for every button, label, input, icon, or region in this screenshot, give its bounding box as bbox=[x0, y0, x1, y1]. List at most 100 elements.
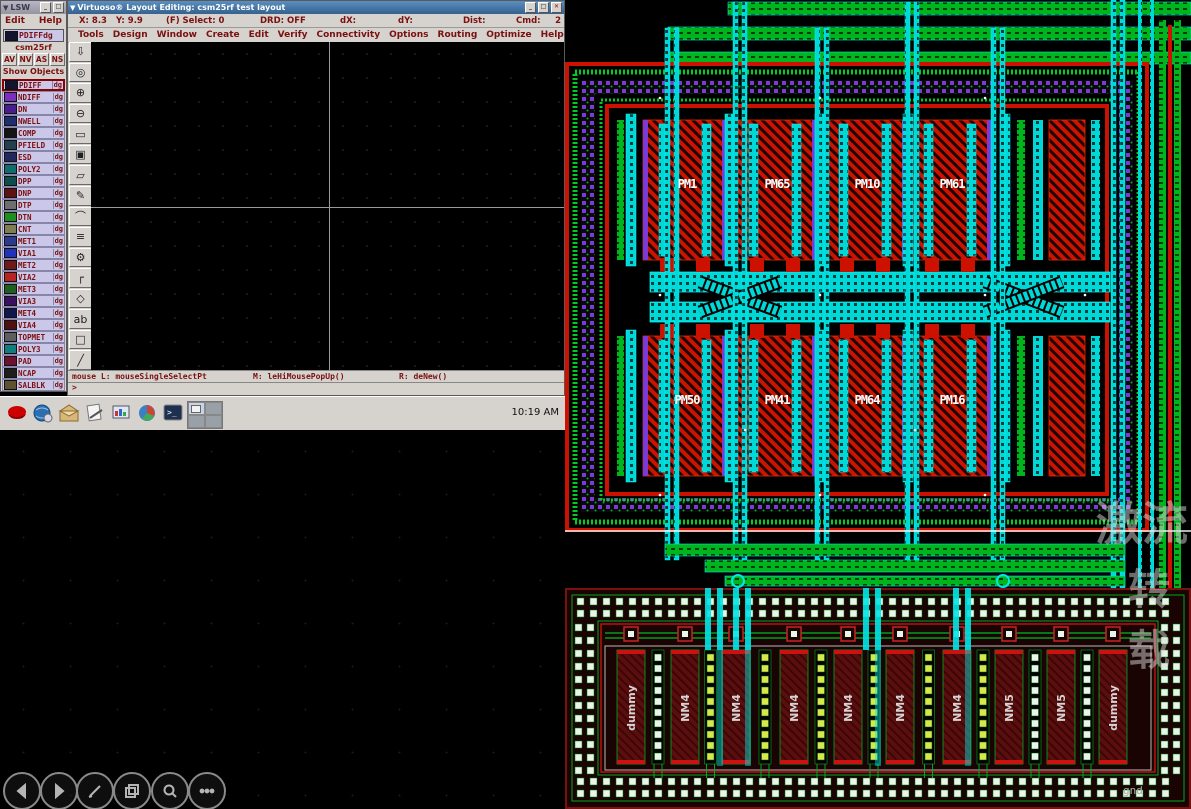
layer-row-ndiff[interactable]: NDIFFdg bbox=[2, 91, 65, 103]
minimize-icon[interactable]: _ bbox=[525, 2, 536, 13]
layer-row-cnt[interactable]: CNTdg bbox=[2, 223, 65, 235]
layer-swatch bbox=[4, 152, 17, 162]
web-browser-icon[interactable] bbox=[30, 400, 56, 426]
layer-row-met3[interactable]: MET3dg bbox=[2, 283, 65, 295]
layer-row-comp[interactable]: COMPdg bbox=[2, 127, 65, 139]
layer-row-esd[interactable]: ESDdg bbox=[2, 151, 65, 163]
layer-row-dnp[interactable]: DNPdg bbox=[2, 187, 65, 199]
workspace-2[interactable] bbox=[205, 402, 222, 415]
zoom-in-icon[interactable]: ⊕ bbox=[69, 83, 92, 103]
viewer-next-button[interactable] bbox=[40, 772, 78, 809]
ruler-icon[interactable]: ╱ bbox=[69, 350, 92, 370]
layer-purpose: dg bbox=[53, 369, 64, 377]
viewer-copy-button[interactable] bbox=[113, 772, 151, 809]
presentation-icon[interactable] bbox=[108, 400, 134, 426]
maximize-icon[interactable]: □ bbox=[538, 2, 549, 13]
fit-view-icon[interactable]: ◎ bbox=[69, 63, 92, 83]
layer-swatch bbox=[4, 260, 17, 270]
menu-connectivity[interactable]: Connectivity bbox=[317, 30, 381, 40]
path-icon[interactable]: ┌ bbox=[69, 268, 92, 288]
workspace-pager[interactable] bbox=[187, 401, 223, 429]
hierarchy-icon[interactable]: ≡ bbox=[69, 227, 92, 247]
layer-row-via3[interactable]: VIA3dg bbox=[2, 295, 65, 307]
layer-row-dtp[interactable]: DTPdg bbox=[2, 199, 65, 211]
menu-tools[interactable]: Tools bbox=[78, 30, 104, 40]
viewer-edit-button[interactable] bbox=[76, 772, 114, 809]
layer-swatch bbox=[4, 356, 17, 366]
layer-purpose: dg bbox=[53, 177, 64, 185]
lsw-filter-av[interactable]: AV bbox=[2, 53, 17, 66]
layer-row-pdiff[interactable]: PDIFFdg bbox=[2, 79, 65, 91]
menu-options[interactable]: Options bbox=[389, 30, 428, 40]
layer-row-met2[interactable]: MET2dg bbox=[2, 259, 65, 271]
minimize-icon[interactable]: _ bbox=[40, 2, 51, 13]
menu-help[interactable]: Help bbox=[541, 30, 564, 40]
viewer-zoom-button[interactable] bbox=[151, 772, 189, 809]
layer-purpose: dg bbox=[53, 117, 64, 125]
menu-optimize[interactable]: Optimize bbox=[486, 30, 531, 40]
window-menu-icon[interactable]: ▼ bbox=[70, 4, 75, 12]
workspace-3[interactable] bbox=[188, 415, 205, 428]
menu-edit[interactable]: Edit bbox=[249, 30, 269, 40]
layer-row-met4[interactable]: MET4dg bbox=[2, 307, 65, 319]
lsw-titlebar[interactable]: ▼ LSW _ □ bbox=[1, 1, 66, 14]
charts-icon[interactable] bbox=[134, 400, 160, 426]
gnd-label: gnd bbox=[1123, 784, 1143, 797]
copy-icon[interactable]: ▣ bbox=[69, 145, 92, 165]
layer-row-salblk[interactable]: SALBLKdg bbox=[2, 379, 65, 391]
viewer-more-button[interactable] bbox=[188, 772, 226, 809]
menu-create[interactable]: Create bbox=[206, 30, 240, 40]
label-icon[interactable]: ab bbox=[69, 309, 92, 329]
lsw-menu-edit[interactable]: Edit bbox=[5, 16, 25, 26]
viewer-previous-button[interactable] bbox=[3, 772, 41, 809]
select-region-icon[interactable]: ▱ bbox=[69, 165, 92, 185]
menu-routing[interactable]: Routing bbox=[438, 30, 478, 40]
command-prompt[interactable]: > bbox=[68, 382, 564, 395]
save-icon[interactable]: ⇩ bbox=[69, 42, 92, 62]
redhat-menu-icon[interactable] bbox=[4, 400, 30, 426]
lsw-filter-nv[interactable]: NV bbox=[18, 53, 33, 66]
lsw-menu-help[interactable]: Help bbox=[39, 16, 62, 26]
workspace-4[interactable] bbox=[205, 415, 222, 428]
layer-row-poly2[interactable]: POLY2dg bbox=[2, 163, 65, 175]
layer-purpose: dg bbox=[53, 189, 64, 197]
polygon-icon[interactable]: ◇ bbox=[69, 289, 92, 309]
email-icon[interactable] bbox=[56, 400, 82, 426]
workspace-1[interactable] bbox=[188, 402, 205, 415]
writer-icon[interactable] bbox=[82, 400, 108, 426]
layer-row-nwell[interactable]: NWELLdg bbox=[2, 115, 65, 127]
maximize-icon[interactable]: □ bbox=[53, 2, 64, 13]
layer-row-dtn[interactable]: DTNdg bbox=[2, 211, 65, 223]
rectangle-icon[interactable]: □ bbox=[69, 330, 92, 350]
menu-design[interactable]: Design bbox=[113, 30, 148, 40]
layer-row-topmet[interactable]: TOPMETdg bbox=[2, 331, 65, 343]
lsw-current-layer[interactable]: PDIFF dg bbox=[3, 29, 64, 42]
properties-icon[interactable]: ⚙ bbox=[69, 248, 92, 268]
lsw-filter-as[interactable]: AS bbox=[34, 53, 49, 66]
layer-row-via2[interactable]: VIA2dg bbox=[2, 271, 65, 283]
terminal-icon[interactable]: >_ bbox=[160, 400, 186, 426]
layout-canvas[interactable] bbox=[91, 42, 564, 371]
stretch-icon[interactable]: ▭ bbox=[69, 124, 92, 144]
show-objects-label[interactable]: Show Objects bbox=[1, 67, 66, 79]
rotate-icon[interactable]: ⌒ bbox=[69, 207, 92, 227]
layer-swatch bbox=[4, 236, 17, 246]
edit-icon[interactable]: ✎ bbox=[69, 186, 92, 206]
menu-window[interactable]: Window bbox=[157, 30, 197, 40]
layer-row-poly3[interactable]: POLY3dg bbox=[2, 343, 65, 355]
layer-row-dpp[interactable]: DPPdg bbox=[2, 175, 65, 187]
close-icon[interactable]: ✕ bbox=[551, 2, 562, 13]
layer-row-met1[interactable]: MET1dg bbox=[2, 235, 65, 247]
layer-row-via4[interactable]: VIA4dg bbox=[2, 319, 65, 331]
layer-row-pfield[interactable]: PFIELDdg bbox=[2, 139, 65, 151]
layer-row-dn[interactable]: DNdg bbox=[2, 103, 65, 115]
layer-row-via1[interactable]: VIA1dg bbox=[2, 247, 65, 259]
window-menu-icon[interactable]: ▼ bbox=[3, 4, 8, 12]
layer-row-ncap[interactable]: NCAPdg bbox=[2, 367, 65, 379]
layer-purpose: dg bbox=[53, 321, 64, 329]
zoom-out-icon[interactable]: ⊖ bbox=[69, 104, 92, 124]
virtuoso-titlebar[interactable]: ▼ Virtuoso® Layout Editing: csm25rf test… bbox=[68, 1, 564, 14]
layer-row-pad[interactable]: PADdg bbox=[2, 355, 65, 367]
lsw-filter-ns[interactable]: NS bbox=[50, 53, 65, 66]
menu-verify[interactable]: Verify bbox=[278, 30, 308, 40]
